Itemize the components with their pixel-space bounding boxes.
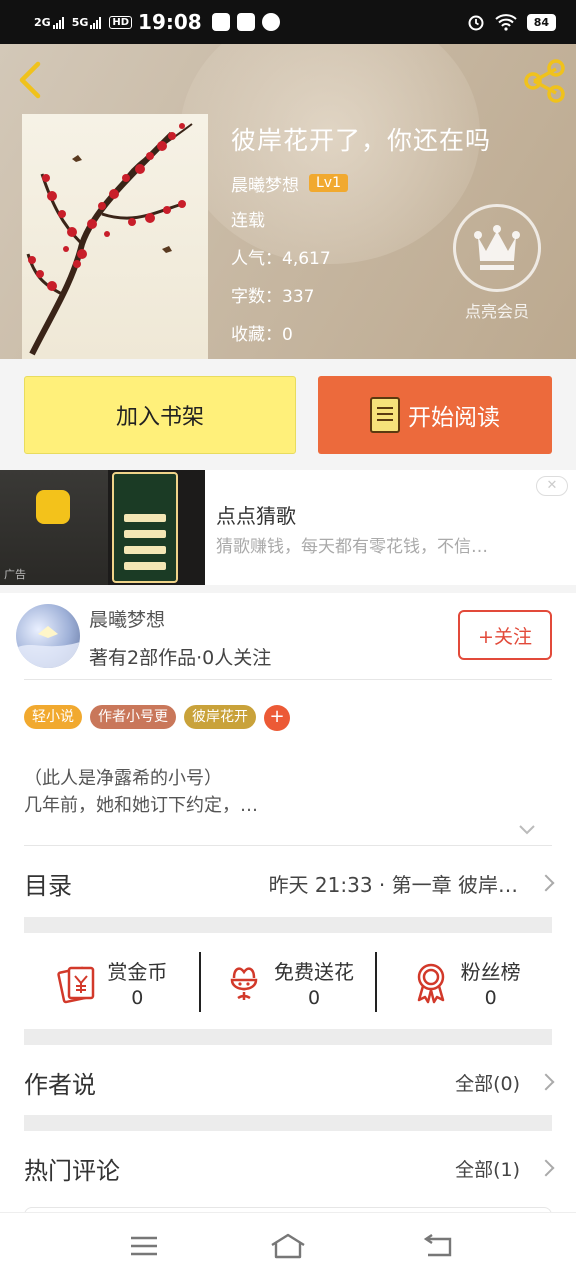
chevron-right-icon <box>537 1159 555 1177</box>
wifi-icon <box>495 14 517 31</box>
back-nav-icon[interactable] <box>418 1229 458 1263</box>
start-reading-label: 开始阅读 <box>408 405 500 431</box>
ad-image: 广告 <box>0 470 205 585</box>
send-flower-value: 0 <box>307 986 321 1009</box>
add-tag-button[interactable]: + <box>264 705 290 731</box>
start-reading-button[interactable]: 开始阅读 <box>318 376 552 454</box>
stats-row: 赏金币 0 免费送花 0 粉丝榜 0 <box>24 935 552 1029</box>
notification-icon <box>211 13 230 31</box>
table-of-contents-row[interactable]: 目录 昨天 21:33 · 第一章 彼岸… <box>24 847 555 919</box>
fans-ranking-label: 粉丝榜 <box>460 959 521 984</box>
ad-title: 点点猜歌 <box>216 504 296 528</box>
system-nav-bar <box>0 1212 576 1280</box>
hot-comments-label: 热门评论 <box>24 1156 120 1185</box>
ad-description: 猜歌赚钱，每天都有零花钱，不信… <box>216 537 488 557</box>
battery-indicator: 84 <box>526 13 556 31</box>
compass-icon <box>261 13 280 31</box>
crown-icon <box>453 204 541 292</box>
tag-item[interactable]: 轻小说 <box>24 705 82 729</box>
book-favorites: 收藏：0 <box>231 325 293 345</box>
toc-label: 目录 <box>24 871 72 900</box>
send-flower-label: 免费送花 <box>274 959 354 984</box>
author-says-label: 作者说 <box>24 1070 96 1099</box>
expand-chevron-icon[interactable] <box>518 821 536 839</box>
book-icon <box>370 397 400 433</box>
vip-button[interactable]: 点亮会员 <box>452 204 542 322</box>
hd-icon: HD <box>109 15 133 29</box>
book-details: 轻小说 作者小号更 彼岸花开 + （此人是净露希的小号） 几年前，她和她订下约定… <box>0 679 576 1217</box>
ad-tag: 广告 <box>4 568 26 581</box>
latest-chapter: 昨天 21:33 · 第一章 彼岸… <box>268 872 518 897</box>
reward-coins-label: 赏金币 <box>107 959 168 984</box>
author-name[interactable]: 晨曦梦想 <box>89 605 165 632</box>
chevron-right-icon <box>537 1073 555 1091</box>
home-icon[interactable] <box>268 1229 308 1263</box>
clock: 19:08 <box>138 10 202 34</box>
add-to-shelf-button[interactable]: 加入书架 <box>24 376 296 454</box>
flower-icon <box>230 967 258 1000</box>
back-icon[interactable] <box>14 60 48 100</box>
avatar[interactable] <box>16 604 80 668</box>
author-says-all-link[interactable]: 全部(0) <box>455 1069 520 1096</box>
author-stats: 著有2部作品·0人关注 <box>89 647 272 669</box>
fans-ranking-value: 0 <box>484 986 497 1009</box>
chevron-right-icon <box>537 874 555 892</box>
signal-2g-icon: 2G <box>34 16 64 29</box>
share-icon[interactable] <box>522 58 568 104</box>
action-bar: 加入书架 开始阅读 <box>0 359 576 470</box>
reward-coins-value: 0 <box>131 986 144 1009</box>
app-notification-icon <box>236 13 255 31</box>
menu-icon[interactable] <box>124 1229 164 1263</box>
hot-comments-all-link[interactable]: 全部(1) <box>455 1155 520 1182</box>
plum-blossom-image <box>26 123 193 356</box>
app-logo-icon <box>36 490 70 524</box>
book-header: 彼岸花开了，你还在吗 晨曦梦想 Lv1 连载 人气：4,617 字数：337 收… <box>0 44 576 359</box>
tag-list: 轻小说 作者小号更 彼岸花开 + <box>24 705 290 731</box>
close-icon[interactable]: ✕ <box>536 476 568 496</box>
hot-comments-row[interactable]: 热门评论 全部(1) <box>24 1133 555 1203</box>
follow-button[interactable]: +关注 <box>458 610 552 660</box>
book-title: 彼岸花开了，你还在吗 <box>231 126 492 155</box>
reward-coins-button[interactable]: 赏金币 0 <box>24 952 199 1012</box>
ad-banner[interactable]: 广告 点点猜歌 猜歌赚钱，每天都有零花钱，不信… ✕ <box>0 470 576 585</box>
fans-ranking-button[interactable]: 粉丝榜 0 <box>375 952 552 1012</box>
alarm-icon <box>468 15 484 31</box>
vip-label: 点亮会员 <box>464 302 529 321</box>
book-cover[interactable] <box>22 114 208 359</box>
signal-5g-icon: 5G <box>72 16 102 29</box>
level-badge: Lv1 <box>309 174 348 192</box>
tag-item[interactable]: 作者小号更 <box>90 705 176 729</box>
send-flower-button[interactable]: 免费送花 0 <box>198 952 376 1012</box>
book-author[interactable]: 晨曦梦想 <box>231 171 299 196</box>
book-description[interactable]: （此人是净露希的小号） 几年前，她和她订下约定，… <box>24 765 258 819</box>
status-bar: 2G 5G HD 19:08 84 <box>0 0 576 44</box>
tag-item[interactable]: 彼岸花开 <box>184 705 256 729</box>
medal-icon <box>417 963 444 1004</box>
author-card[interactable]: 晨曦梦想 著有2部作品·0人关注 +关注 <box>0 593 576 679</box>
coin-envelope-icon <box>57 966 95 1004</box>
author-says-row[interactable]: 作者说 全部(0) <box>24 1047 555 1117</box>
